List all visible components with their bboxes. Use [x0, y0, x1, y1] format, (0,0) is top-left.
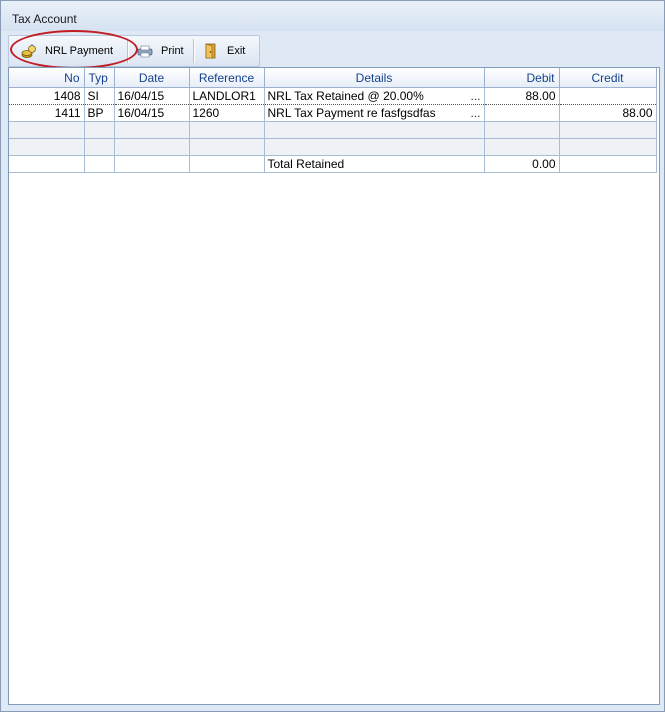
title-bar: Tax Account [1, 1, 664, 31]
cell-typ: SI [84, 87, 115, 105]
cell-no: 1411 [9, 104, 85, 122]
exit-label: Exit [227, 45, 246, 57]
total-label: Total Retained [264, 155, 485, 173]
cell-details: ... NRL Tax Payment re fasfgsdfas [264, 104, 485, 122]
transactions-table: No Typ Date Reference Details Debit Cred… [9, 68, 657, 173]
empty-row [9, 121, 657, 139]
cell-credit [559, 87, 657, 105]
coins-icon [21, 43, 37, 59]
column-header-details[interactable]: Details [264, 68, 485, 88]
total-credit [559, 155, 657, 173]
toolbar-separator [193, 39, 194, 63]
cell-details: ... NRL Tax Retained @ 20.00% [264, 87, 485, 105]
details-ellipsis-button[interactable]: ... [470, 89, 480, 103]
column-header-no[interactable]: No [9, 68, 85, 88]
column-header-typ[interactable]: Typ [84, 68, 115, 88]
cell-reference: LANDLOR1 [189, 87, 265, 105]
printer-icon [137, 43, 153, 59]
toolbar-separator [127, 39, 128, 63]
cell-credit: 88.00 [559, 104, 657, 122]
print-label: Print [161, 45, 184, 57]
column-header-debit[interactable]: Debit [484, 68, 560, 88]
cell-debit: 88.00 [484, 87, 560, 105]
cell-date: 16/04/15 [114, 87, 190, 105]
window-title: Tax Account [12, 12, 77, 26]
nrl-payment-label: NRL Payment [45, 45, 114, 57]
tax-account-window: Tax Account NRL Payment Print Exit No Ty… [0, 0, 665, 712]
nrl-payment-button[interactable]: NRL Payment [21, 36, 113, 66]
tax-account-grid[interactable]: No Typ Date Reference Details Debit Cred… [8, 67, 660, 705]
table-row[interactable]: 1408 SI 16/04/15 LANDLOR1 ... NRL Tax Ret… [9, 87, 657, 105]
table-row[interactable]: 1411 BP 16/04/15 1260 ... NRL Tax Payment… [9, 104, 657, 122]
details-text: NRL Tax Retained @ 20.00% [267, 89, 424, 103]
cell-date: 16/04/15 [114, 104, 190, 122]
toolbar: NRL Payment Print Exit [8, 35, 260, 67]
empty-row [9, 138, 657, 156]
print-button[interactable]: Print [137, 36, 184, 66]
cell-reference: 1260 [189, 104, 265, 122]
column-header-date[interactable]: Date [114, 68, 190, 88]
exit-door-icon [203, 43, 219, 59]
cell-no: 1408 [9, 87, 85, 105]
total-debit: 0.00 [484, 155, 560, 173]
details-ellipsis-button[interactable]: ... [470, 106, 480, 120]
cell-debit [484, 104, 560, 122]
total-row: Total Retained 0.00 [9, 155, 657, 173]
details-text: NRL Tax Payment re fasfgsdfas [267, 106, 436, 120]
exit-button[interactable]: Exit [203, 36, 245, 66]
column-header-credit[interactable]: Credit [559, 68, 657, 88]
column-header-reference[interactable]: Reference [189, 68, 265, 88]
header-row: No Typ Date Reference Details Debit Cred… [9, 68, 657, 88]
cell-typ: BP [84, 104, 115, 122]
